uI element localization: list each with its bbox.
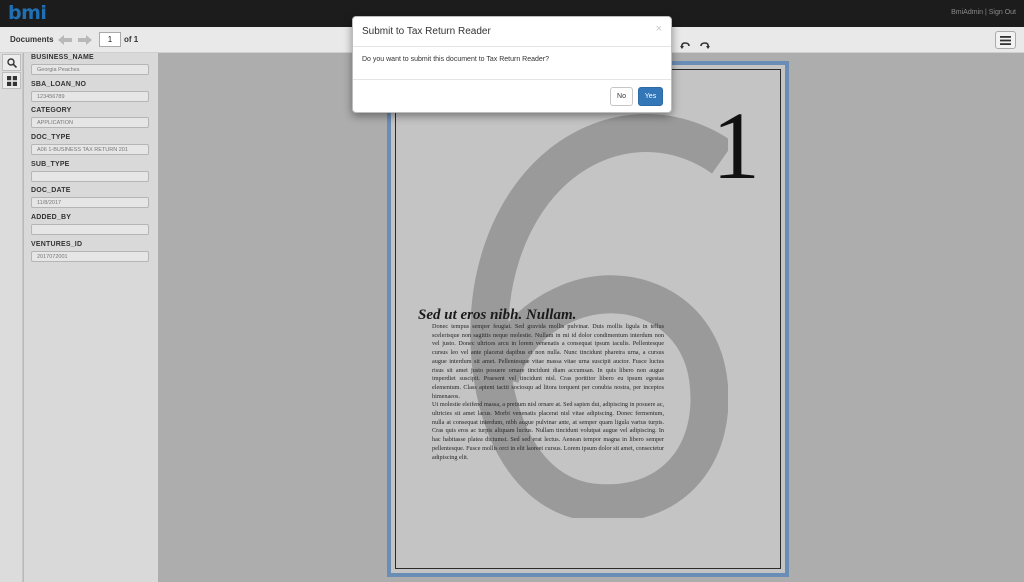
dialog-header: Submit to Tax Return Reader × <box>353 17 671 47</box>
dialog-body: Do you want to submit this document to T… <box>353 47 671 80</box>
dialog-title: Submit to Tax Return Reader <box>362 26 491 37</box>
yes-button[interactable]: Yes <box>638 87 663 106</box>
dialog-footer: No Yes <box>353 80 671 112</box>
close-icon[interactable]: × <box>656 23 662 35</box>
submit-dialog: Submit to Tax Return Reader × Do you wan… <box>352 16 672 113</box>
modal-overlay: Submit to Tax Return Reader × Do you wan… <box>0 0 1024 582</box>
no-button[interactable]: No <box>610 87 633 106</box>
dialog-message: Do you want to submit this document to T… <box>362 56 550 63</box>
